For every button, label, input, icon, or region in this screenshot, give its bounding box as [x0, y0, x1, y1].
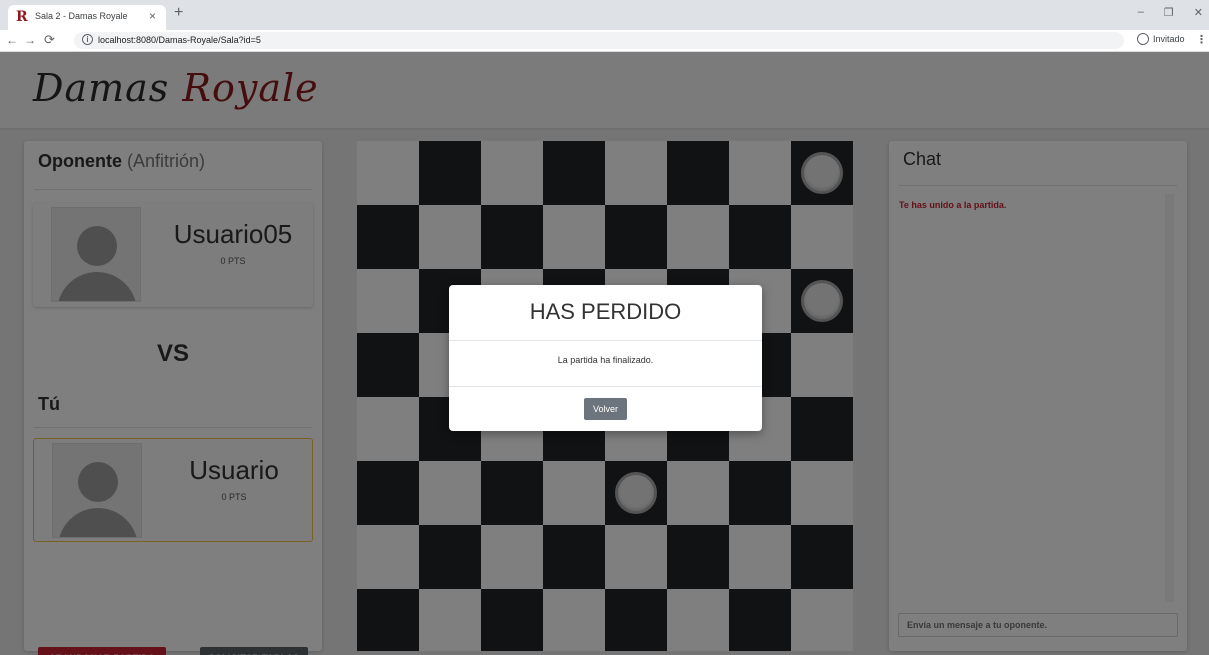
profile-icon [1137, 33, 1149, 45]
profile-label: Invitado [1153, 34, 1185, 44]
divider [449, 386, 762, 387]
maximize-icon[interactable]: ❐ [1164, 6, 1174, 19]
game-over-modal: HAS PERDIDO La partida ha finalizado. Vo… [449, 285, 762, 431]
forward-arrow-icon[interactable]: → [24, 32, 36, 48]
reload-icon[interactable]: ⟳ [44, 32, 55, 48]
new-tab-icon[interactable]: + [174, 4, 183, 22]
page-content: Damas Royale Oponente (Anfitrión) Usuari… [0, 52, 1209, 655]
browser-toolbar: ← → ⟳ i localhost:8080/Damas-Royale/Sala… [0, 30, 1209, 52]
minimize-icon[interactable]: – [1138, 6, 1144, 19]
close-tab-icon[interactable]: × [149, 9, 156, 23]
back-arrow-icon[interactable]: ← [6, 32, 18, 48]
menu-icon[interactable]: ⋮ [1196, 33, 1207, 46]
info-icon[interactable]: i [82, 34, 93, 45]
divider [449, 340, 762, 341]
favicon-icon: R [16, 9, 28, 25]
window-controls: – ❐ ✕ [1138, 6, 1203, 19]
modal-message: La partida ha finalizado. [557, 355, 654, 365]
address-bar[interactable]: i localhost:8080/Damas-Royale/Sala?id=5 [74, 32, 1124, 49]
browser-tab[interactable]: R Sala 2 - Damas Royale × [8, 5, 166, 30]
close-window-icon[interactable]: ✕ [1194, 6, 1203, 19]
tab-title: Sala 2 - Damas Royale [35, 11, 128, 21]
url-text: localhost:8080/Damas-Royale/Sala?id=5 [98, 35, 261, 45]
return-button[interactable]: Volver [584, 398, 627, 420]
profile-button[interactable]: Invitado [1137, 33, 1185, 45]
modal-title: HAS PERDIDO [529, 299, 682, 324]
browser-tab-bar: R Sala 2 - Damas Royale × + – ❐ ✕ [0, 0, 1209, 30]
